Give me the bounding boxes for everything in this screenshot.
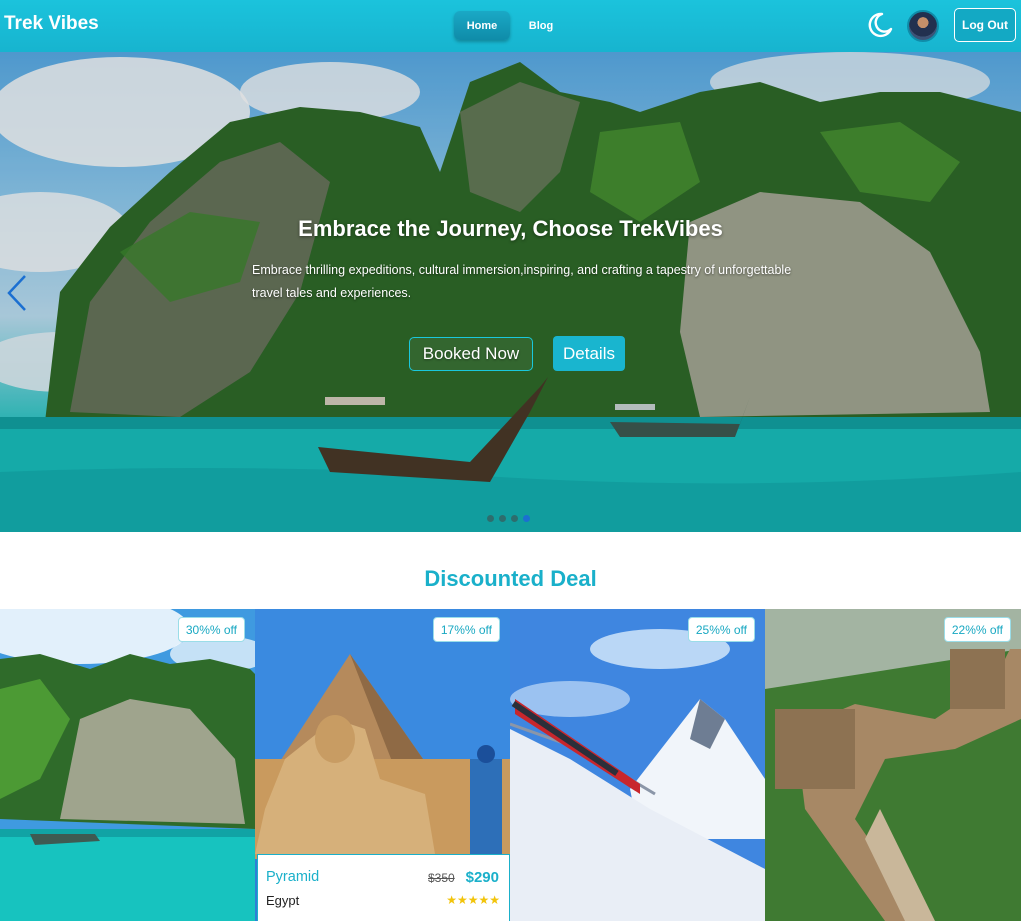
deal-info-panel: Pyramid $350 $290 Egypt ★★★★★ (257, 854, 510, 921)
discount-badge: 25%% off (687, 617, 755, 642)
deal-name[interactable]: Pyramid (266, 869, 319, 885)
deal-card[interactable]: 17%% off Pyramid $350 $290 Egypt ★★★★★ (255, 609, 510, 921)
deal-card[interactable]: 25%% off (510, 609, 765, 921)
logout-button[interactable]: Log Out (954, 8, 1016, 42)
nav-home-link[interactable]: Home (454, 11, 510, 40)
deal-image (0, 609, 255, 921)
deal-country: Egypt (266, 893, 300, 908)
new-price: $290 (465, 869, 499, 886)
chevron-left-icon[interactable] (5, 274, 29, 312)
carousel-dot[interactable] (499, 515, 506, 522)
discount-badge: 30%% off (177, 617, 245, 642)
deal-card[interactable]: 22%% off (765, 609, 1021, 921)
avatar[interactable] (907, 10, 939, 42)
section-title: Discounted Deal (424, 566, 597, 591)
navbar: Trek Vibes Home Blog Log Out (0, 0, 1021, 52)
carousel-dot[interactable] (487, 515, 494, 522)
moon-icon[interactable] (864, 10, 894, 40)
booked-now-button[interactable]: Booked Now (409, 337, 533, 371)
deal-image (765, 609, 1021, 921)
deal-cards: 30%% off 17%% off Pyramid $350 $290 Egyp… (0, 609, 1021, 921)
carousel-dot[interactable] (511, 515, 518, 522)
carousel-dot-active[interactable] (523, 515, 530, 522)
old-price: $350 (428, 871, 455, 885)
hero-subtitle: Embrace thrilling expeditions, cultural … (252, 263, 792, 300)
carousel-indicators (487, 515, 530, 522)
discount-badge: 17%% off (432, 617, 500, 642)
hero-title: Embrace the Journey, Choose TrekVibes (298, 216, 723, 241)
hero-carousel: Embrace the Journey, Choose TrekVibes Em… (0, 52, 1021, 532)
deal-image (510, 609, 765, 921)
star-rating-icon: ★★★★★ (446, 893, 500, 907)
brand-logo[interactable]: Trek Vibes (4, 13, 99, 35)
discount-badge: 22%% off (943, 617, 1011, 642)
nav-blog-link[interactable]: Blog (521, 11, 561, 40)
deal-card[interactable]: 30%% off (0, 609, 255, 921)
details-button[interactable]: Details (553, 336, 625, 371)
